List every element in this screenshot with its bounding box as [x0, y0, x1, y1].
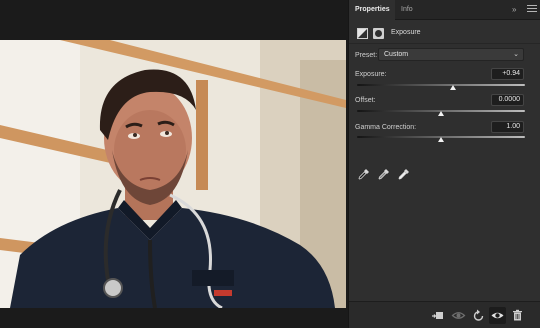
offset-value-field[interactable]: 0.0000: [491, 94, 524, 106]
document-canvas[interactable]: [0, 0, 348, 328]
layer-mask-icon[interactable]: [373, 28, 384, 39]
preset-selected-value: Custom: [384, 51, 409, 58]
panel-menu-icon[interactable]: [527, 5, 537, 15]
eyedropper-gray-point-icon[interactable]: [378, 168, 390, 180]
view-previous-state-icon[interactable]: [450, 307, 467, 324]
exposure-adjustment-icon[interactable]: [357, 28, 368, 39]
gamma-correction-label: Gamma Correction:: [355, 124, 417, 131]
offset-slider-thumb[interactable]: [438, 111, 444, 116]
eyedropper-white-point-icon[interactable]: [398, 168, 410, 180]
preset-dropdown[interactable]: Custom ⌄: [378, 48, 524, 61]
clip-to-layer-icon[interactable]: [429, 307, 446, 324]
tab-info[interactable]: Info: [395, 0, 419, 20]
adjustment-title: Exposure: [391, 29, 421, 36]
chevron-down-icon: ⌄: [513, 51, 519, 58]
gamma-correction-value-field[interactable]: 1.00: [491, 121, 524, 133]
tab-properties[interactable]: Properties: [349, 0, 395, 20]
panel-tab-bar: Properties Info »: [349, 0, 540, 20]
document-photo[interactable]: [0, 40, 346, 308]
exposure-slider-thumb[interactable]: [449, 85, 456, 90]
reset-adjustments-icon[interactable]: [470, 307, 487, 324]
adjustment-header: Exposure: [349, 22, 540, 44]
toggle-visibility-icon[interactable]: [489, 307, 506, 324]
offset-label: Offset:: [355, 97, 376, 104]
properties-panel: Properties Info » Exposure Preset: Custo…: [348, 0, 540, 328]
exposure-label: Exposure:: [355, 71, 387, 78]
collapse-panel-icon[interactable]: »: [512, 5, 522, 15]
eyedropper-black-point-icon[interactable]: [358, 168, 370, 180]
delete-adjustment-icon[interactable]: [509, 307, 526, 324]
preset-label: Preset:: [355, 52, 378, 59]
exposure-value-field[interactable]: +0.94: [491, 68, 524, 80]
photo-image: [0, 40, 346, 308]
gamma-correction-slider-thumb[interactable]: [438, 137, 444, 142]
exposure-slider-track[interactable]: [357, 84, 525, 86]
panel-footer: [349, 301, 540, 328]
